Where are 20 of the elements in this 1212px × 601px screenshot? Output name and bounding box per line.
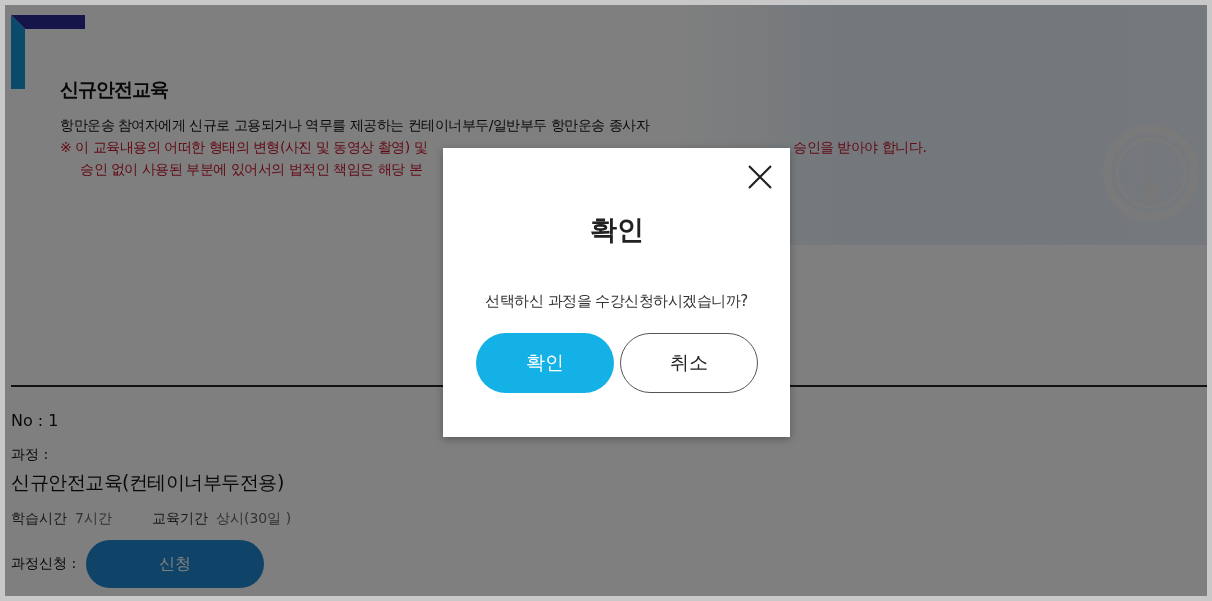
study-time-label: 학습시간 bbox=[11, 510, 67, 528]
study-time-value: 7시간 bbox=[75, 510, 112, 528]
dialog-message: 선택하신 과정을 수강신청하시겠습니까? bbox=[485, 292, 748, 311]
description-text: 항만운송 참여자에게 신규로 고용되거나 역무를 제공하는 컨테이너부두/일반부두 항만운송 종사자 bbox=[60, 117, 651, 135]
notice-text: ※ 이 교육내용의 어떠한 형태의 변형(사진 및 동영상 촬영) 및 bbox=[60, 139, 429, 157]
page-title: 신규안전교육 bbox=[60, 77, 169, 102]
period-value: 상시(30일 ) bbox=[215, 510, 292, 528]
apply-label: 과정신청 : bbox=[11, 555, 77, 573]
course-name: 신규안전교육(컨테이너부두전용) bbox=[11, 470, 285, 495]
period-label: 교육기간 bbox=[151, 510, 208, 528]
course-label: 과정 : bbox=[11, 446, 50, 464]
course-number: No : 1 bbox=[11, 411, 60, 430]
apply-button[interactable]: 신청 bbox=[86, 540, 265, 588]
close-icon bbox=[747, 164, 773, 190]
close-button[interactable] bbox=[747, 164, 773, 190]
cancel-button[interactable]: 취소 bbox=[619, 333, 758, 393]
dialog-title: 확인 bbox=[589, 213, 644, 247]
confirm-button[interactable]: 확인 bbox=[475, 333, 614, 393]
notice-text: 승인을 받아야 합니다. bbox=[793, 139, 927, 157]
notice-text: 승인 없이 사용된 부분에 있어서의 법적인 책임은 해당 본 bbox=[80, 161, 424, 179]
